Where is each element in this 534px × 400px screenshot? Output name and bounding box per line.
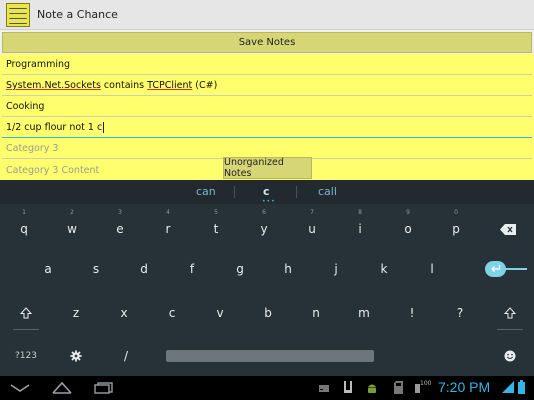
text-cursor	[103, 122, 105, 133]
enter-key[interactable]	[485, 261, 506, 277]
suggestion-left[interactable]: can	[196, 185, 216, 198]
shift-underline-left	[13, 329, 39, 330]
content-1-part-3: TCPClient	[147, 80, 193, 91]
content-1-part-1: System.Net.Sockets	[6, 80, 101, 91]
content-1-part-4: (C#)	[192, 80, 218, 91]
key-a[interactable]: a	[28, 251, 68, 287]
key-slash[interactable]: /	[106, 338, 146, 374]
key-g[interactable]: g	[220, 251, 260, 287]
shift-icon	[20, 307, 32, 319]
key-z[interactable]: z	[56, 295, 96, 331]
category-1-text: Programming	[6, 59, 71, 70]
category-3-field[interactable]: Category 3	[2, 139, 532, 159]
key-n[interactable]: n	[296, 295, 336, 331]
battery-percent-icon: 100	[415, 380, 432, 393]
key-t[interactable]: 5t	[196, 207, 236, 243]
category-1-field[interactable]: Programming	[2, 55, 532, 75]
key-f[interactable]: f	[172, 251, 212, 287]
key-p[interactable]: 0p	[436, 207, 476, 243]
key-b[interactable]: b	[248, 295, 288, 331]
key-y[interactable]: 6y	[244, 207, 284, 243]
hard-drive-icon	[319, 385, 329, 392]
key-k[interactable]: k	[364, 251, 404, 287]
shift-key-left[interactable]	[6, 295, 46, 331]
key-exclamation[interactable]: !	[392, 295, 432, 331]
content-1-field[interactable]: System.Net.Sockets contains TCPClient (C…	[2, 76, 532, 96]
save-notes-button[interactable]: Save Notes	[2, 32, 532, 53]
settings-key[interactable]	[56, 338, 96, 374]
battery-icon	[518, 380, 525, 394]
shift-icon	[504, 307, 516, 319]
symbols-key[interactable]: ?123	[6, 338, 46, 374]
content-3-placeholder: Category 3 Content	[6, 164, 100, 176]
category-2-text: Cooking	[6, 101, 45, 112]
key-l[interactable]: l	[412, 251, 452, 287]
enter-key-underline	[505, 268, 527, 270]
app-title: Note a Chance	[37, 8, 118, 21]
key-i[interactable]: 8i	[340, 207, 380, 243]
recent-apps-icon[interactable]	[94, 382, 114, 394]
emoji-key[interactable]	[490, 338, 530, 374]
space-bar[interactable]	[166, 350, 374, 362]
hide-keyboard-icon[interactable]	[10, 384, 30, 392]
suggestion-middle[interactable]: c	[263, 185, 270, 198]
key-question[interactable]: ?	[440, 295, 480, 331]
key-c[interactable]: c	[152, 295, 192, 331]
content-2-text: 1/2 cup flour not 1 c	[6, 122, 103, 133]
key-w[interactable]: 2w	[52, 207, 92, 243]
category-2-field[interactable]: Cooking	[2, 97, 532, 117]
suggestion-divider	[296, 186, 297, 198]
sd-card-icon	[394, 381, 403, 394]
wifi-signal-icon	[502, 381, 514, 393]
enter-icon	[491, 265, 501, 272]
notes-area: Programming System.Net.Sockets contains …	[0, 54, 534, 180]
usb-storage-icon	[344, 381, 352, 393]
title-bar: Note a Chance	[0, 0, 534, 30]
category-3-placeholder: Category 3	[6, 143, 59, 154]
home-icon[interactable]	[52, 381, 72, 394]
key-o[interactable]: 9o	[388, 207, 428, 243]
emoji-icon	[504, 350, 516, 362]
key-d[interactable]: d	[124, 251, 164, 287]
shift-key-right[interactable]	[490, 295, 530, 331]
key-h[interactable]: h	[268, 251, 308, 287]
content-2-field[interactable]: 1/2 cup flour not 1 c	[2, 118, 532, 138]
suggestion-right[interactable]: call	[318, 185, 337, 198]
battery-percent-text: 100	[420, 380, 432, 387]
key-u[interactable]: 7u	[292, 207, 332, 243]
shift-underline-right	[497, 329, 523, 330]
backspace-key[interactable]	[488, 211, 528, 247]
soft-keyboard: 1q 2w 3e 4r 5t 6y 7u 8i 9o 0p a s d f g …	[0, 204, 534, 376]
suggestion-divider	[234, 186, 235, 198]
key-m[interactable]: m	[344, 295, 384, 331]
key-x[interactable]: x	[104, 295, 144, 331]
key-r[interactable]: 4r	[148, 207, 188, 243]
status-clock: 7:20 PM	[438, 379, 491, 395]
unorganized-notes-button[interactable]: Unorganized Notes	[223, 157, 312, 179]
android-debug-icon	[368, 384, 376, 393]
app-notepad-icon	[6, 2, 30, 27]
system-navigation-bar: 100 7:20 PM	[0, 376, 534, 400]
content-1-part-2: contains	[100, 80, 148, 91]
key-e[interactable]: 3e	[100, 207, 140, 243]
key-j[interactable]: j	[316, 251, 356, 287]
backspace-icon	[500, 223, 516, 235]
key-q[interactable]: 1q	[4, 207, 44, 243]
key-s[interactable]: s	[76, 251, 116, 287]
gear-icon	[70, 350, 82, 362]
key-v[interactable]: v	[200, 295, 240, 331]
